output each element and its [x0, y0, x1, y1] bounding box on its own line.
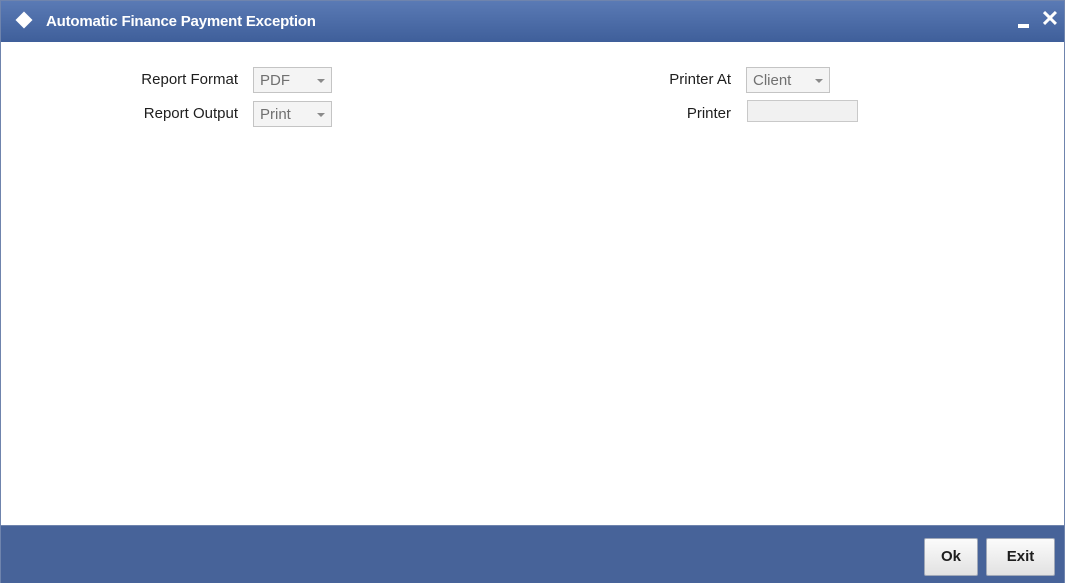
minimize-button[interactable]	[1011, 7, 1037, 35]
exit-button[interactable]: Exit	[986, 538, 1055, 576]
ok-button[interactable]: Ok	[924, 538, 978, 576]
report-format-label: Report Format	[141, 71, 238, 88]
minimize-icon	[1018, 24, 1029, 28]
report-format-value: PDF	[260, 72, 290, 89]
printer-field[interactable]	[747, 100, 858, 122]
footer-bar: Ok Exit	[1, 525, 1064, 583]
report-output-select[interactable]: Print	[253, 101, 332, 127]
dropdown-arrow-icon	[815, 79, 823, 83]
title-bar: Automatic Finance Payment Exception ✕	[1, 1, 1064, 42]
report-window: Automatic Finance Payment Exception ✕ Re…	[0, 0, 1065, 583]
report-format-select[interactable]: PDF	[253, 67, 332, 93]
dropdown-arrow-icon	[317, 79, 325, 83]
printer-label: Printer	[686, 105, 731, 122]
printer-at-select[interactable]: Client	[746, 67, 830, 93]
printer-at-value: Client	[753, 72, 792, 89]
report-output-value: Print	[260, 106, 291, 123]
printer-at-label: Printer At	[669, 71, 731, 88]
dropdown-arrow-icon	[317, 113, 325, 117]
diamond-icon	[15, 11, 33, 29]
close-button[interactable]: ✕	[1037, 7, 1063, 35]
window-title: Automatic Finance Payment Exception	[46, 13, 316, 30]
close-icon: ✕	[1040, 6, 1060, 31]
report-output-label: Report Output	[143, 105, 238, 122]
